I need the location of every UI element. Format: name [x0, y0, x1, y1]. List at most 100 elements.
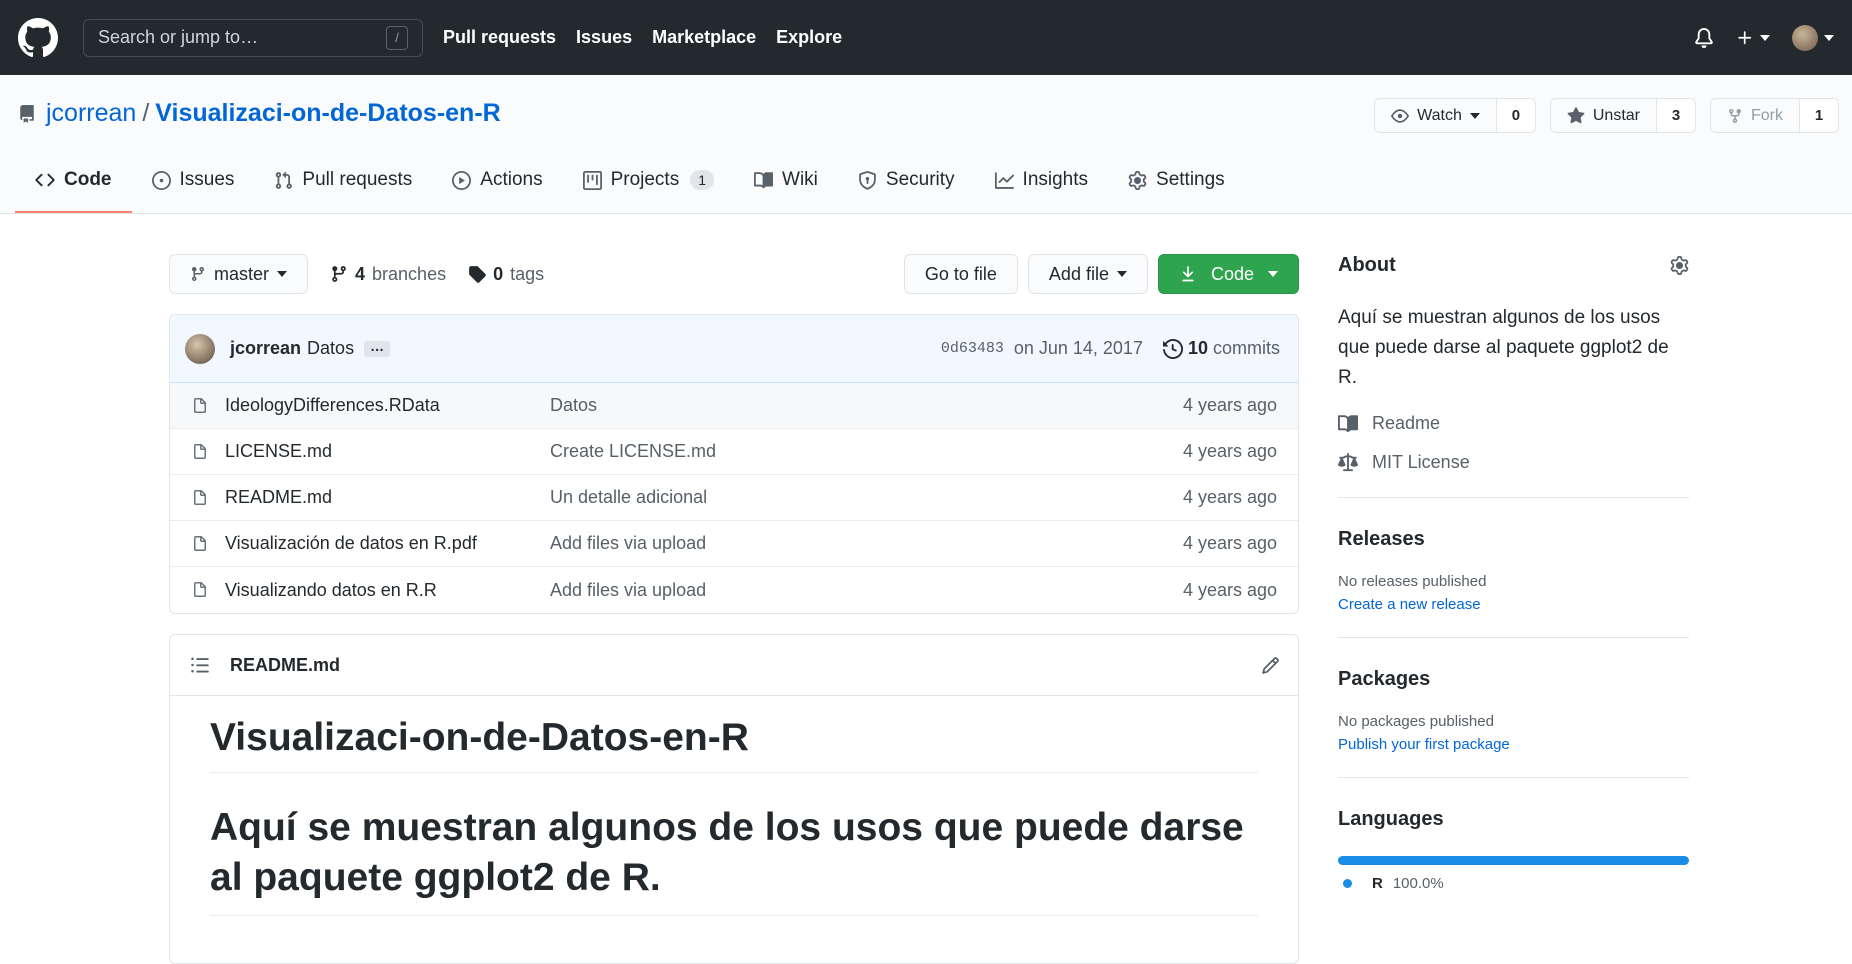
- repo-sidebar: About Aquí se muestran algunos de los us…: [1338, 254, 1689, 892]
- file-commit-message-link[interactable]: Add files via upload: [550, 533, 1183, 554]
- file-age: 4 years ago: [1182, 579, 1277, 600]
- add-file-button[interactable]: Add file: [1027, 254, 1148, 294]
- file-icon: [194, 582, 206, 597]
- global-header: Search or jump to… / Pull requests Issue…: [0, 0, 1852, 75]
- list-unordered-icon[interactable]: [190, 655, 210, 675]
- git-branch-icon: [332, 266, 346, 282]
- commits-count: 10: [1187, 338, 1208, 358]
- branches-count: 4: [355, 263, 366, 284]
- file-name-link[interactable]: Visualización de datos en R.pdf: [225, 533, 550, 554]
- tab-label: Settings: [1156, 169, 1225, 190]
- tab-actions[interactable]: Actions: [432, 149, 562, 213]
- download-icon: [1182, 266, 1194, 282]
- branches-label: branches: [372, 263, 447, 284]
- file-name-link[interactable]: README.md: [225, 487, 550, 508]
- readme-link[interactable]: Readme: [1338, 413, 1689, 434]
- commit-expand-button[interactable]: …: [364, 339, 391, 357]
- avatar: [1792, 24, 1818, 51]
- tab-pull-requests[interactable]: Pull requests: [254, 149, 432, 213]
- create-release-link[interactable]: Create a new release: [1338, 596, 1689, 613]
- file-name-link[interactable]: Visualizando datos en R.R: [225, 580, 550, 601]
- play-icon: [452, 170, 472, 190]
- search-shortcut-hint: /: [386, 25, 408, 50]
- commit-sha-link[interactable]: 0d63483: [941, 340, 1004, 357]
- packages-title: Packages: [1338, 668, 1431, 690]
- file-icon: [194, 397, 206, 413]
- project-icon: [582, 170, 602, 190]
- publish-package-link[interactable]: Publish your first package: [1338, 736, 1689, 753]
- packages-header[interactable]: Packages: [1338, 668, 1689, 691]
- global-nav: Pull requests Issues Marketplace Explore: [443, 27, 842, 48]
- tab-insights[interactable]: Insights: [975, 149, 1108, 213]
- repo-name-link[interactable]: Visualizaci-on-de-Datos-en-R: [155, 99, 500, 128]
- tab-security[interactable]: Security: [838, 149, 975, 213]
- tab-code[interactable]: Code: [15, 149, 132, 213]
- user-menu[interactable]: [1792, 24, 1834, 51]
- unstar-button[interactable]: Unstar: [1551, 99, 1657, 132]
- tags-link[interactable]: 0 tags: [468, 264, 544, 285]
- code-download-button[interactable]: Code: [1157, 254, 1299, 294]
- tab-issues[interactable]: Issues: [132, 149, 255, 213]
- branch-name: master: [214, 263, 270, 284]
- search-input[interactable]: Search or jump to… /: [83, 18, 423, 57]
- file-icon: [194, 489, 206, 505]
- tab-label: Wiki: [782, 169, 818, 190]
- repo-title: jcorrean / Visualizaci-on-de-Datos-en-R: [18, 99, 501, 128]
- create-new-menu[interactable]: [1736, 29, 1770, 47]
- plus-icon: [1738, 30, 1752, 44]
- tag-icon: [469, 266, 486, 283]
- fork-button[interactable]: Fork: [1711, 99, 1800, 132]
- fork-button-group: Fork 1: [1710, 98, 1839, 133]
- repo-icon: [20, 104, 34, 123]
- language-item[interactable]: R 100.0%: [1338, 875, 1689, 892]
- commits-history-link[interactable]: 10 commits: [1162, 338, 1280, 359]
- star-count[interactable]: 3: [1657, 99, 1695, 132]
- chevron-down-icon: [1268, 271, 1278, 277]
- star-filled-icon: [1567, 106, 1585, 123]
- language-color-dot: [1343, 879, 1352, 888]
- readme-heading-1: Visualizaci-on-de-Datos-en-R: [210, 716, 1258, 773]
- nav-pull-requests[interactable]: Pull requests: [443, 27, 556, 48]
- file-navigation: master 4 branches 0 tags Go to file Add …: [169, 254, 1299, 294]
- tab-projects[interactable]: Projects 1: [563, 149, 734, 213]
- pencil-icon[interactable]: [1261, 656, 1280, 675]
- git-pull-request-icon: [276, 171, 293, 189]
- file-name-link[interactable]: IdeologyDifferences.RData: [225, 395, 550, 416]
- bell-icon[interactable]: [1694, 27, 1714, 48]
- license-link[interactable]: MIT License: [1338, 452, 1689, 473]
- tags-label: tags: [510, 263, 545, 284]
- avatar[interactable]: [185, 333, 215, 364]
- file-age: 4 years ago: [1182, 533, 1277, 553]
- repo-owner-link[interactable]: jcorrean: [46, 99, 136, 128]
- file-age: 4 years ago: [1182, 487, 1277, 507]
- file-commit-message-link[interactable]: Add files via upload: [550, 580, 1183, 601]
- fork-count[interactable]: 1: [1800, 99, 1838, 132]
- nav-explore[interactable]: Explore: [776, 27, 842, 48]
- gear-icon[interactable]: [1670, 256, 1689, 275]
- watch-count[interactable]: 0: [1496, 99, 1535, 132]
- tab-settings[interactable]: Settings: [1108, 149, 1245, 213]
- file-name-link[interactable]: LICENSE.md: [225, 441, 550, 462]
- table-row: IdeologyDifferences.RData Datos 4 years …: [170, 383, 1298, 429]
- file-commit-message-link[interactable]: Un detalle adicional: [550, 487, 1183, 508]
- commit-message-link[interactable]: Datos: [307, 338, 354, 359]
- tab-wiki[interactable]: Wiki: [734, 149, 838, 213]
- file-commit-message-link[interactable]: Create LICENSE.md: [550, 441, 1183, 462]
- git-branch-icon: [191, 267, 204, 282]
- nav-issues[interactable]: Issues: [576, 27, 632, 48]
- go-to-file-button[interactable]: Go to file: [903, 254, 1018, 294]
- commit-author-link[interactable]: jcorrean: [230, 338, 301, 359]
- file-commit-message-link[interactable]: Datos: [550, 395, 1183, 416]
- branches-link[interactable]: 4 branches: [330, 264, 446, 285]
- eye-icon: [1391, 108, 1409, 123]
- releases-header[interactable]: Releases: [1338, 528, 1689, 551]
- commits-label: commits: [1213, 338, 1280, 358]
- graph-icon: [994, 171, 1014, 189]
- chevron-down-icon: [1116, 271, 1127, 277]
- file-age: 4 years ago: [1182, 395, 1277, 415]
- branch-select-button[interactable]: master: [169, 254, 309, 294]
- nav-marketplace[interactable]: Marketplace: [652, 27, 756, 48]
- about-header: About: [1338, 254, 1689, 277]
- watch-button[interactable]: Watch: [1375, 99, 1497, 132]
- github-logo-icon[interactable]: [18, 17, 58, 58]
